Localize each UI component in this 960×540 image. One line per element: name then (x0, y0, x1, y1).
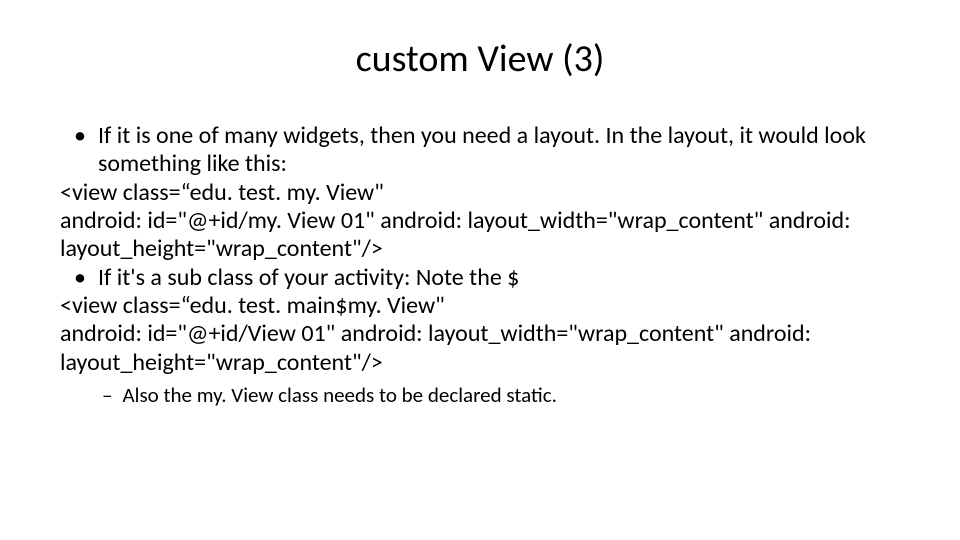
bullet-icon: • (74, 122, 86, 179)
bullet-icon: • (74, 264, 86, 292)
bullet-text: If it's a sub class of your activity: No… (98, 264, 519, 292)
code-line: android: id="@+id/View 01" android: layo… (60, 320, 900, 377)
bullet-item: • If it is one of many widgets, then you… (60, 122, 900, 179)
slide-body: • If it is one of many widgets, then you… (60, 122, 900, 408)
code-line: <view class=“edu. test. my. View" (60, 179, 900, 207)
dash-icon: – (102, 383, 112, 408)
bullet-item: • If it's a sub class of your activity: … (60, 264, 900, 292)
sub-bullet-text: Also the my. View class needs to be decl… (122, 383, 556, 408)
sub-bullet-item: – Also the my. View class needs to be de… (60, 383, 900, 408)
slide-title: custom View (3) (60, 36, 900, 82)
code-line: android: id="@+id/my. View 01" android: … (60, 207, 900, 264)
bullet-text: If it is one of many widgets, then you n… (98, 122, 900, 179)
code-line: <view class=“edu. test. main$my. View" (60, 292, 900, 320)
